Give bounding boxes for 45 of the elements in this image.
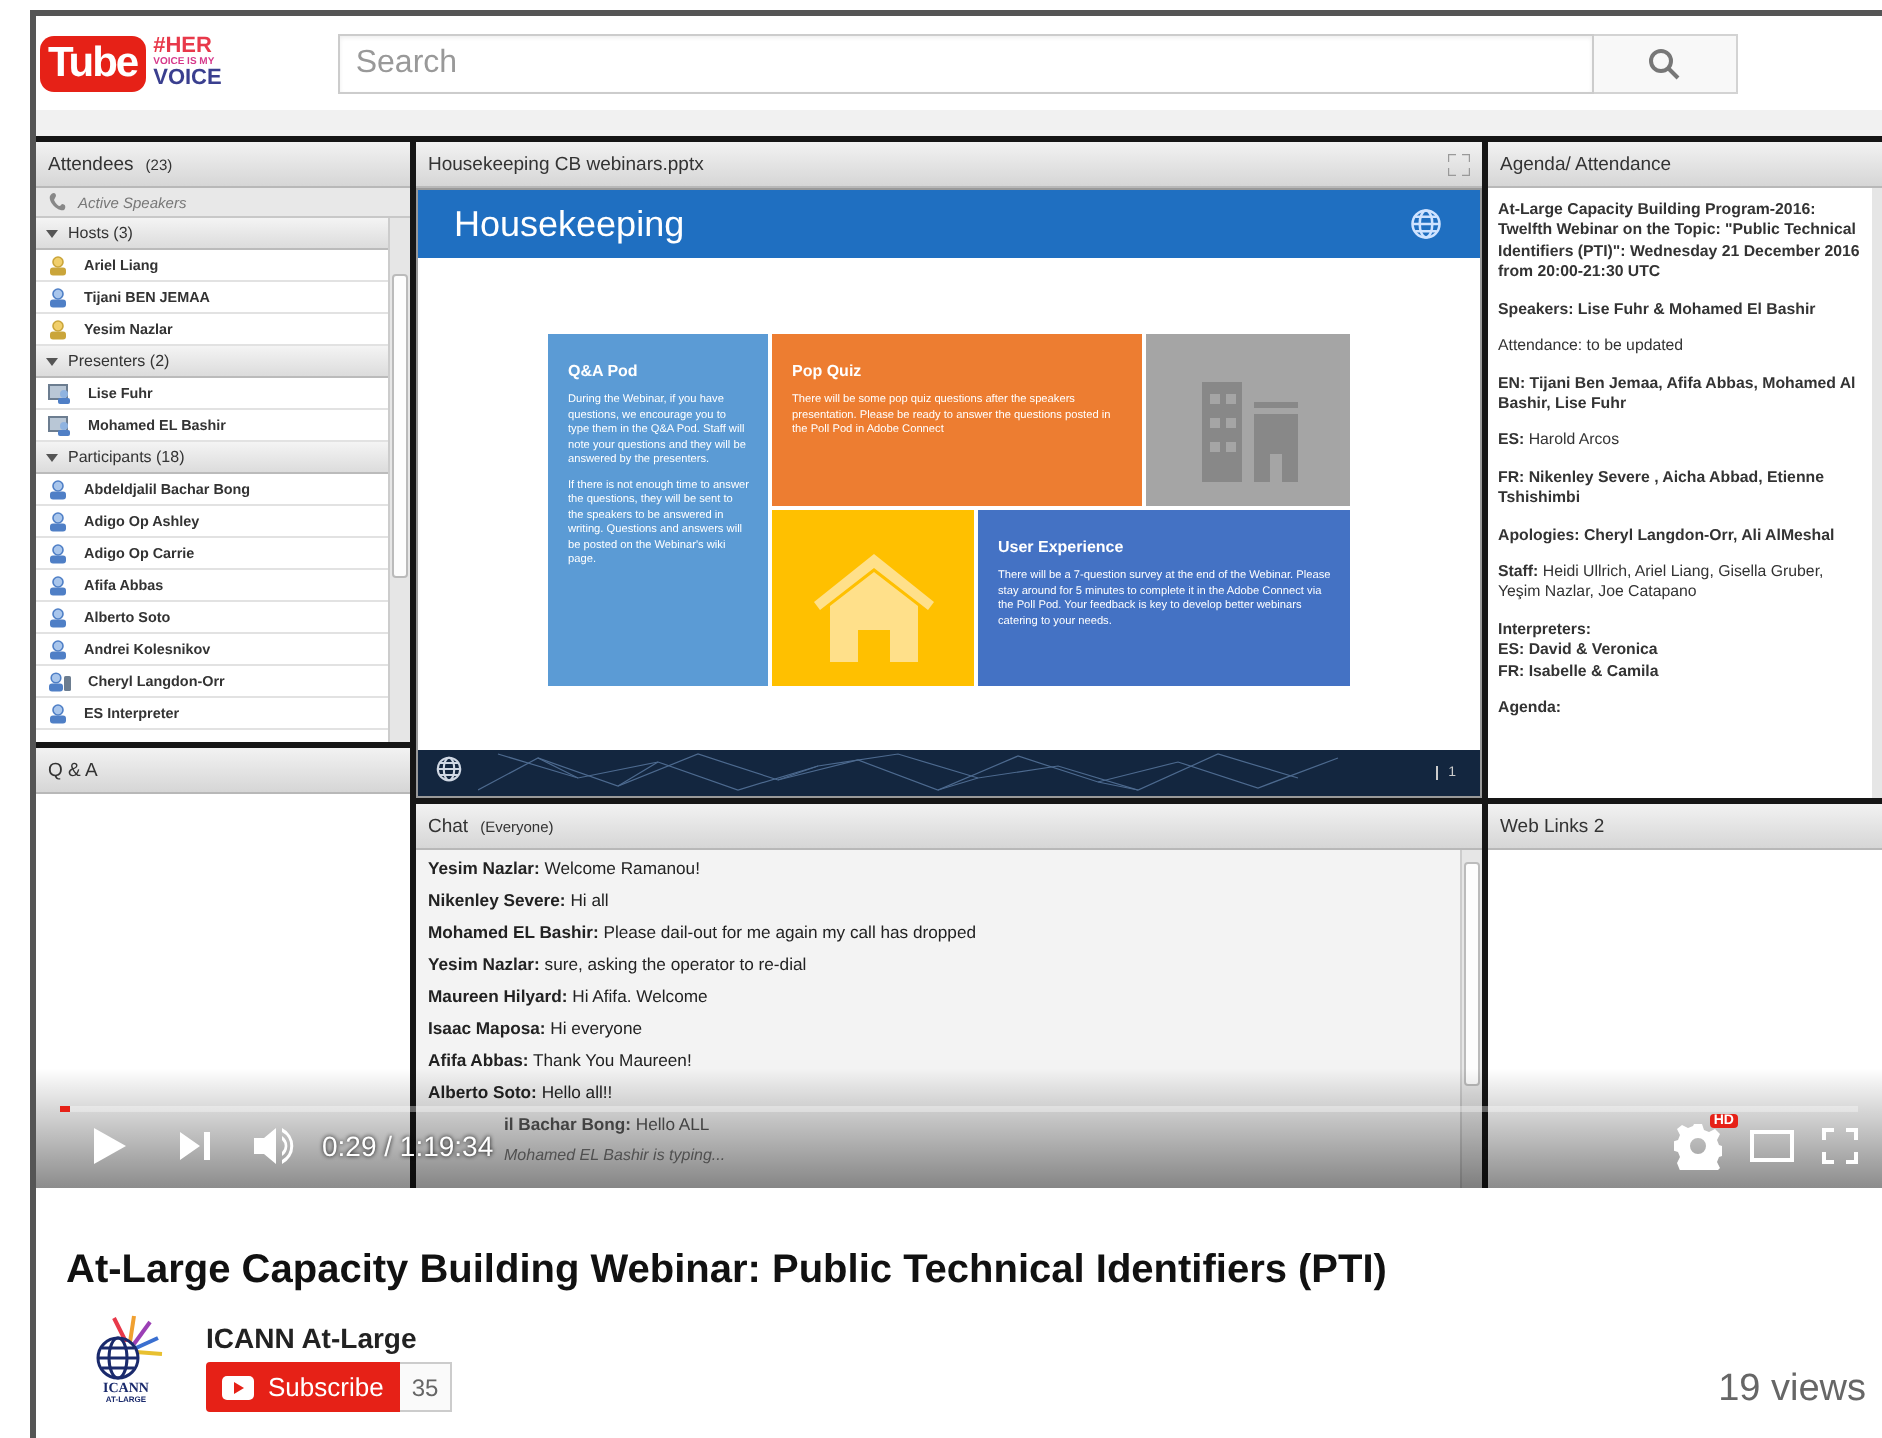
- slide-title: Housekeeping: [454, 203, 685, 245]
- volume-icon[interactable]: [254, 1126, 298, 1166]
- chat-message: il Bachar Bong: Hello ALL: [504, 1114, 710, 1134]
- pod-title: Chat: [428, 815, 469, 837]
- chat-message: Afifa Abbas: Thank You Maureen!: [428, 1050, 692, 1070]
- chat-message: Mohamed EL Bashir: Please dail-out for me again my call has dropped: [428, 922, 977, 942]
- pod-title: Agenda/ Attendance: [1500, 153, 1672, 175]
- subscriber-count: 35: [399, 1362, 453, 1412]
- group-header[interactable]: Presenters (2): [36, 346, 388, 378]
- view-count: 19 views: [1718, 1368, 1866, 1412]
- chat-message: Alberto Soto: Hello all!!: [428, 1082, 613, 1102]
- typing-indicator: Mohamed EL Bashir is typing...: [504, 1146, 726, 1166]
- tile-heading: User Experience: [998, 538, 1126, 556]
- play-icon[interactable]: [92, 1126, 128, 1166]
- chat-message: Nikenley Severe: Hi all: [428, 890, 609, 910]
- chat-message: Yesim Nazlar: sure, asking the operator to re-dial: [428, 954, 807, 974]
- search-button[interactable]: [1593, 33, 1738, 93]
- next-icon[interactable]: [180, 1132, 210, 1160]
- group-header[interactable]: Participants (18): [36, 442, 388, 474]
- pod-title: Web Links 2: [1500, 815, 1605, 837]
- video-title: At-Large Capacity Building Webinar: Public Technical Identifiers (PTI): [66, 1248, 1389, 1294]
- search-icon: [1648, 47, 1681, 79]
- pod-title: Attendees: [48, 153, 134, 175]
- search-field[interactable]: Search: [337, 33, 1594, 93]
- play-logo-icon: [222, 1375, 254, 1399]
- fullscreen-icon[interactable]: [1448, 153, 1470, 175]
- channel-name[interactable]: ICANN At-Large: [206, 1322, 453, 1354]
- tile-heading: Q&A Pod: [568, 362, 640, 380]
- house-icon: [810, 550, 938, 666]
- globe-icon: [1408, 206, 1444, 242]
- subscribe-button[interactable]: Subscribe: [206, 1362, 400, 1412]
- scrollbar[interactable]: [1460, 850, 1482, 1188]
- group-header[interactable]: Hosts (3): [36, 218, 388, 250]
- chat-message: Isaac Maposa: Hi everyone: [428, 1018, 643, 1038]
- scrollbar[interactable]: [388, 218, 410, 742]
- chat-message: Yesim Nazlar: Welcome Ramanou!: [428, 858, 700, 878]
- theater-mode-icon[interactable]: [1750, 1130, 1794, 1162]
- pod-title: Q & A: [48, 759, 98, 781]
- pod-title: Housekeeping CB webinars.pptx: [428, 153, 704, 175]
- globe-icon: [434, 753, 464, 783]
- phone-icon: [48, 192, 70, 212]
- video-player[interactable]: [36, 136, 1882, 1188]
- tile-heading: Pop Quiz: [792, 362, 864, 380]
- chat-message: Maureen Hilyard: Hi Afifa. Welcome: [428, 986, 708, 1006]
- settings-icon[interactable]: [1674, 1122, 1722, 1170]
